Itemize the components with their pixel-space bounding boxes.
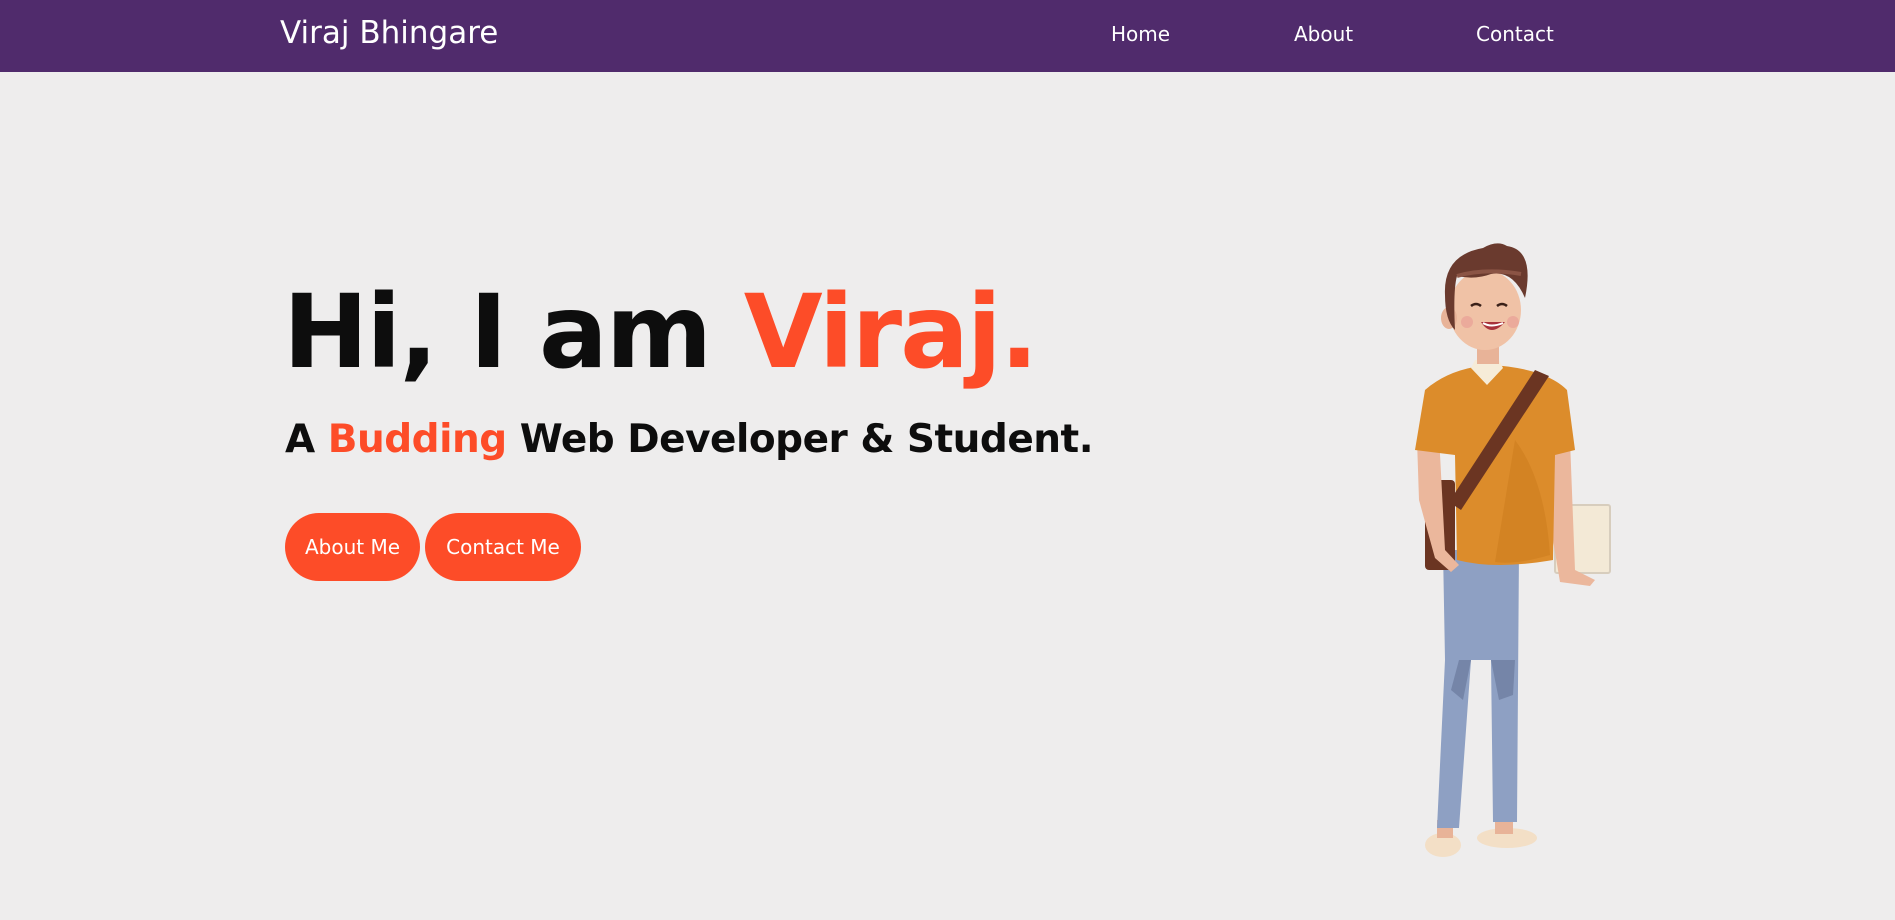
contact-me-button[interactable]: Contact Me	[425, 513, 581, 581]
subtitle-prefix: A	[285, 417, 328, 462]
subtitle-rest: Web Developer & Student.	[506, 417, 1094, 462]
brand-logo-link[interactable]: Viraj Bhingare	[280, 15, 498, 51]
top-navbar: Viraj Bhingare Home About Contact	[0, 0, 1895, 72]
nav-link-about[interactable]: About	[1294, 22, 1353, 46]
nav-link-contact[interactable]: Contact	[1476, 22, 1554, 46]
subtitle-accent: Budding	[327, 417, 507, 462]
hero-greeting: Hi, I am	[283, 273, 744, 392]
face-icon	[1449, 270, 1521, 350]
hero-name: Viraj.	[743, 273, 1039, 392]
hero-heading: Hi, I am Viraj.	[283, 272, 1039, 394]
about-me-button[interactable]: About Me	[285, 513, 420, 581]
nav-link-home[interactable]: Home	[1111, 22, 1170, 46]
student-character-illustration	[1415, 243, 1611, 857]
hero-subtitle: A Budding Web Developer & Student.	[285, 417, 1094, 462]
